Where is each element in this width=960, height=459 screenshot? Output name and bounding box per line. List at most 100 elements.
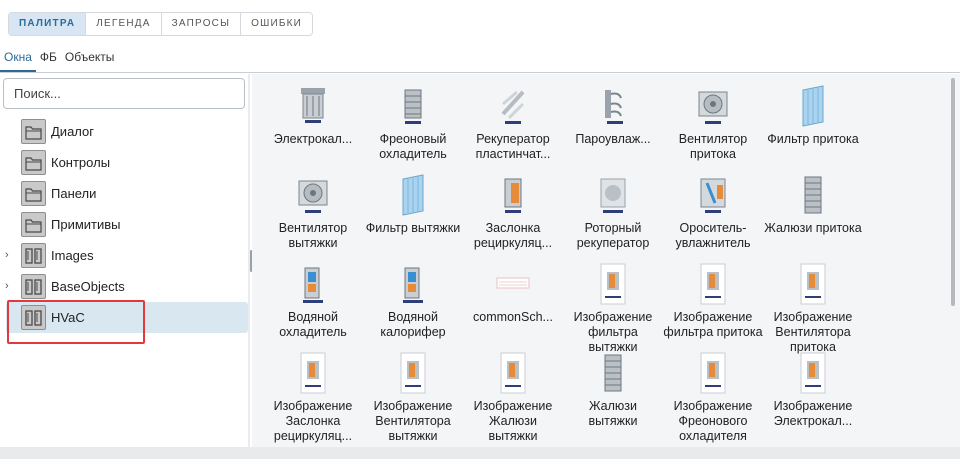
tree-item[interactable]: Примитивы	[0, 209, 248, 240]
palette-item-label: Изображение Фреонового охладителя	[673, 399, 753, 443]
palette-item-label: Пароувлаж...	[575, 132, 651, 146]
chevron-right-icon[interactable]: ›	[5, 281, 13, 292]
palette-item[interactable]: Изображение Жалюзи вытяжки	[463, 351, 563, 444]
palette-item[interactable]: Изображение Заслонка рециркуляц...	[263, 351, 363, 444]
tree-item-label: Примитивы	[51, 217, 121, 232]
palette-item[interactable]: Жалюзи притока	[763, 173, 863, 236]
tree-item-label: HVaC	[51, 310, 85, 325]
palette-item[interactable]: Вентилятор вытяжки	[263, 173, 363, 251]
palette-item[interactable]: Рекуператор пластинчат...	[463, 84, 563, 162]
palette-item-label: Изображение фильтра притока	[663, 310, 763, 339]
palette-thumbnail-doc-icon	[693, 351, 733, 397]
tab-palette[interactable]: ПАЛИТРА	[9, 13, 87, 35]
palette-thumbnail-doc-icon	[793, 351, 833, 397]
palette-thumbnail-louver-icon	[593, 351, 633, 397]
palette-item[interactable]: Заслонка рециркуляц...	[463, 173, 563, 251]
palette-item-label: Фильтр притока	[767, 132, 859, 146]
palette-item[interactable]: Фреоновый охладитель	[363, 84, 463, 162]
palette-item[interactable]: Изображение Вентилятора притока	[763, 262, 863, 355]
folder-icon	[21, 181, 46, 206]
library-icon	[21, 274, 46, 299]
palette-thumbnail-doc-icon	[493, 351, 533, 397]
palette-thumbnail-common-icon	[493, 262, 533, 308]
palette-item[interactable]: Изображение Электрокал...	[763, 351, 863, 429]
palette-thumbnail-rotor-icon	[593, 173, 633, 219]
tree-view: Диалог Контролы Панели Примитивы › Images › Bas…	[0, 116, 248, 333]
palette-item-label: Изображение Заслонка рециркуляц...	[273, 399, 353, 443]
palette-item[interactable]: Фильтр притока	[763, 84, 863, 147]
folder-icon	[21, 119, 46, 144]
tree-item[interactable]: Контролы	[0, 147, 248, 178]
subtab-fb[interactable]: ФБ	[36, 46, 61, 72]
palette-thumbnail-damper-icon	[493, 173, 533, 219]
palette-item-label: Изображение Вентилятора притока	[773, 310, 853, 354]
palette-thumbnail-filter-icon	[793, 84, 833, 130]
tree-item[interactable]: Диалог	[0, 116, 248, 147]
palette-thumbnail-heater-icon	[293, 84, 333, 130]
palette-thumbnail-water-icon	[293, 262, 333, 308]
palette-thumbnail-doc-icon	[693, 262, 733, 308]
palette-item-label: Электрокал...	[273, 132, 353, 146]
tree-item-label: Панели	[51, 186, 97, 201]
palette-item[interactable]: Жалюзи вытяжки	[563, 351, 663, 429]
search-input[interactable]	[3, 78, 245, 109]
palette-item-label: Ороситель-увлажнитель	[675, 221, 751, 250]
palette-item[interactable]: Электрокал...	[263, 84, 363, 147]
palette-item-label: Изображение фильтра вытяжки	[573, 310, 653, 354]
tab-errors[interactable]: ОШИБКИ	[241, 13, 313, 35]
palette-item[interactable]: Вентилятор притока	[663, 84, 763, 162]
horizontal-scrollbar-track[interactable]	[0, 447, 960, 459]
palette-item[interactable]: Изображение фильтра притока	[663, 262, 763, 340]
tree-item-label: Images	[51, 248, 94, 263]
palette-thumbnail-louver-icon	[793, 173, 833, 219]
tab-legend[interactable]: ЛЕГЕНДА	[86, 13, 162, 35]
palette-scrollbar[interactable]	[951, 78, 955, 306]
palette-item-label: Жалюзи вытяжки	[588, 399, 638, 428]
palette-thumbnail-steam-icon	[593, 84, 633, 130]
palette-item-label: Роторный рекуператор	[576, 221, 650, 250]
palette-item-label: commonSch...	[473, 310, 553, 324]
tree-item-label: Диалог	[51, 124, 94, 139]
palette-item[interactable]: Изображение Фреонового охладителя	[663, 351, 763, 444]
palette-thumbnail-water-icon	[393, 262, 433, 308]
palette-thumbnail-fan-icon	[693, 84, 733, 130]
palette-item-label: Изображение Жалюзи вытяжки	[473, 399, 553, 443]
palette-item[interactable]: Водяной калорифер	[363, 262, 463, 340]
tree-item-label: BaseObjects	[51, 279, 125, 294]
palette-item[interactable]: Роторный рекуператор	[563, 173, 663, 251]
tree-item[interactable]: Панели	[0, 178, 248, 209]
subtab-windows[interactable]: Окна	[0, 46, 36, 72]
palette-item-label: Рекуператор пластинчат...	[475, 132, 551, 161]
palette-item-label: Фреоновый охладитель	[379, 132, 447, 161]
tab-queries[interactable]: ЗАПРОСЫ	[161, 13, 242, 35]
palette-item-label: Фильтр вытяжки	[365, 221, 461, 235]
tree-item[interactable]: › Images	[0, 240, 248, 271]
palette-item-label: Водяной калорифер	[380, 310, 446, 339]
palette-item[interactable]: Изображение фильтра вытяжки	[563, 262, 663, 355]
palette-item-label: Водяной охладитель	[279, 310, 347, 339]
palette-item-label: Вентилятор вытяжки	[278, 221, 348, 250]
subtab-objects[interactable]: Объекты	[61, 46, 119, 72]
folder-icon	[21, 150, 46, 175]
palette-thumbnail-doc-icon	[793, 262, 833, 308]
palette-item[interactable]: commonSch...	[463, 262, 563, 325]
palette-item-label: Изображение Электрокал...	[773, 399, 853, 428]
tree-item[interactable]: HVaC	[6, 302, 248, 333]
palette-item-label: Изображение Вентилятора вытяжки	[373, 399, 453, 443]
tree-item-label: Контролы	[51, 155, 111, 170]
palette-item[interactable]: Пароувлаж...	[563, 84, 663, 147]
tree-item[interactable]: › BaseObjects	[0, 271, 248, 302]
palette-thumbnail-doc-icon	[393, 351, 433, 397]
palette-thumbnail-sprinkler-icon	[693, 173, 733, 219]
palette-thumbnail-fan-icon	[293, 173, 333, 219]
library-icon	[21, 305, 46, 330]
palette-thumbnail-filter-icon	[393, 173, 433, 219]
palette-thumbnail-recuperator-icon	[493, 84, 533, 130]
palette-item-label: Заслонка рециркуляц...	[473, 221, 553, 250]
palette-item[interactable]: Ороситель-увлажнитель	[663, 173, 763, 251]
chevron-right-icon[interactable]: ›	[5, 250, 13, 261]
palette-item[interactable]: Изображение Вентилятора вытяжки	[363, 351, 463, 444]
palette-item[interactable]: Фильтр вытяжки	[363, 173, 463, 236]
palette-item[interactable]: Водяной охладитель	[263, 262, 363, 340]
library-icon	[21, 243, 46, 268]
